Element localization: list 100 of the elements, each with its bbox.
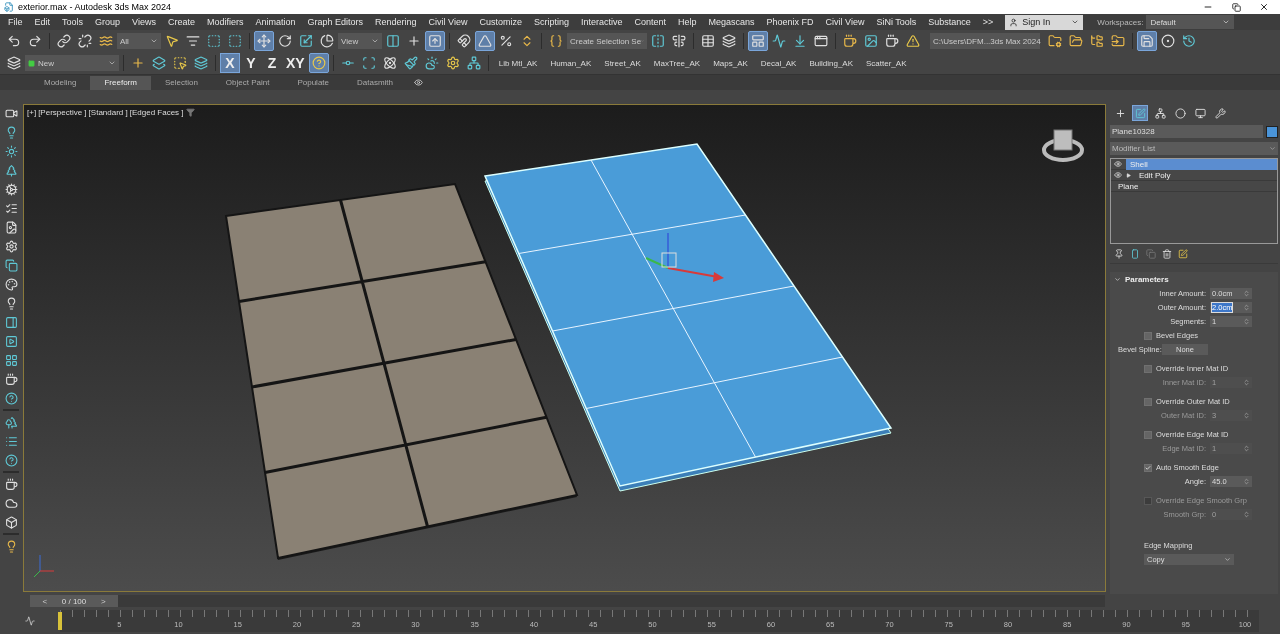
menu-item[interactable]: Create xyxy=(161,14,201,30)
table-icon xyxy=(701,34,715,48)
palette-icon[interactable] xyxy=(2,275,20,293)
expand-arrow-icon[interactable] xyxy=(1126,172,1131,178)
axis-constraint-button[interactable]: XY xyxy=(283,53,308,73)
tiled-plane-drawing[interactable] xyxy=(224,182,579,560)
script-button[interactable]: Maps_AK xyxy=(707,58,754,68)
viewport-label[interactable]: [Perspective ] xyxy=(38,108,87,117)
object-name-field[interactable]: Plane10328 xyxy=(1110,125,1263,138)
ribbon-tab[interactable]: Datasmith xyxy=(343,75,408,90)
axis-constraint-button[interactable]: Y xyxy=(241,53,261,73)
layers-icon xyxy=(7,56,21,70)
workspace-dropdown[interactable]: Default xyxy=(1146,15,1235,29)
checkbox[interactable] xyxy=(1144,430,1152,439)
sign-in-dropdown[interactable]: Sign In xyxy=(1005,14,1084,30)
named-selection-dropdown[interactable]: Create Selection Se xyxy=(567,33,647,49)
viewport-label[interactable]: [Standard ] xyxy=(88,108,128,117)
reference-coordinate-dropdown[interactable]: View xyxy=(338,33,382,49)
sun-icon[interactable] xyxy=(2,142,20,160)
menu-item[interactable]: Views xyxy=(126,14,162,30)
menu-item[interactable]: File xyxy=(2,14,29,30)
ribbon-tab[interactable]: Selection xyxy=(150,75,212,90)
layer-dropdown[interactable]: New xyxy=(25,55,119,71)
menu-item[interactable]: Content xyxy=(628,14,672,30)
time-slider-thumb[interactable]: < 0 / 100 > xyxy=(30,595,118,607)
collapse-caret-icon xyxy=(1114,275,1121,283)
view-cube-icon xyxy=(1042,129,1084,162)
menu-item[interactable]: Edit xyxy=(28,14,57,30)
script-button[interactable]: Scatter_AK xyxy=(860,58,913,68)
script-button[interactable]: Lib Mtl_AK xyxy=(492,58,544,68)
menu-item[interactable]: Substance xyxy=(922,14,977,30)
eye-icon[interactable] xyxy=(1114,160,1122,168)
script-button[interactable]: Street_AK xyxy=(598,58,647,68)
menu-item[interactable]: SiNi Tools xyxy=(870,14,923,30)
layers-icon xyxy=(722,34,736,48)
viewport-label[interactable]: [+] xyxy=(27,108,37,117)
menu-item[interactable]: Tools xyxy=(56,14,90,30)
next-frame-button[interactable]: > xyxy=(98,596,109,606)
axis-constraint-button[interactable]: X xyxy=(220,53,240,73)
help-icon[interactable] xyxy=(2,451,20,469)
perspective-viewport[interactable]: [+] [Perspective ] [Standard ] [Edged Faces ] xyxy=(23,104,1106,592)
configure-icon[interactable] xyxy=(1178,248,1188,259)
project-path-dropdown[interactable]: C:\Users\DFM...3ds Max 2024 xyxy=(930,33,1040,49)
menu-item[interactable]: Animation xyxy=(249,14,302,30)
pin-icon[interactable] xyxy=(1114,248,1124,259)
menu-item[interactable]: Modifiers xyxy=(200,14,250,30)
ribbon-tab[interactable]: Freeform xyxy=(90,75,151,90)
time-slider-track[interactable]: < 0 / 100 > xyxy=(30,595,1105,607)
menu-item[interactable]: Graph Editors xyxy=(301,14,369,30)
node-grid-icon xyxy=(466,56,481,70)
circle-tab[interactable] xyxy=(1172,105,1188,121)
spinner-arrows-icon xyxy=(1243,290,1250,297)
axis-constraint-button[interactable]: Z xyxy=(262,53,282,73)
scan-icon xyxy=(361,56,376,70)
menu-item[interactable]: Customize xyxy=(473,14,528,30)
checkbox[interactable] xyxy=(1144,463,1152,472)
script-button[interactable]: MaxTree_AK xyxy=(647,58,707,68)
viewport-label[interactable]: [Edged Faces ] xyxy=(129,108,184,117)
eye-icon[interactable] xyxy=(1114,171,1122,179)
menu-item[interactable]: Phoenix FD xyxy=(760,14,820,30)
modifier-item[interactable]: Edit Poly xyxy=(1135,169,1277,181)
script-button[interactable]: Human_AK xyxy=(544,58,598,68)
spinner-arrows-icon xyxy=(1243,379,1250,386)
arrow-up-square-button[interactable] xyxy=(425,31,445,51)
trash-icon[interactable] xyxy=(1162,248,1172,259)
selection-filter-dropdown[interactable]: All xyxy=(117,33,161,49)
script-button[interactable]: Building_AK xyxy=(803,58,859,68)
menu-item[interactable]: Rendering xyxy=(369,14,423,30)
checkbox[interactable] xyxy=(1144,331,1152,340)
previous-frame-button[interactable]: < xyxy=(39,596,50,606)
menu-item[interactable]: Civil View xyxy=(819,14,871,30)
menu-item[interactable]: Scripting xyxy=(527,14,575,30)
checkbox[interactable] xyxy=(1144,397,1152,406)
menu-item[interactable]: Group xyxy=(89,14,127,30)
object-color-swatch[interactable] xyxy=(1266,125,1278,138)
link-button[interactable] xyxy=(54,31,74,51)
menu-item[interactable]: Civil View xyxy=(422,14,474,30)
filter-icon[interactable] xyxy=(185,108,195,117)
wrench-tab[interactable] xyxy=(1212,105,1228,121)
menu-item[interactable]: Interactive xyxy=(574,14,629,30)
script-button[interactable]: Decal_AK xyxy=(754,58,803,68)
axis-question-button[interactable] xyxy=(308,53,329,73)
menu-item[interactable]: Megascans xyxy=(702,14,761,30)
move-button[interactable] xyxy=(254,31,274,51)
modifier-list-dropdown[interactable]: Modifier List xyxy=(1110,142,1278,155)
panel-button[interactable] xyxy=(748,31,768,51)
rollout-header[interactable]: Parameters xyxy=(1110,272,1278,286)
ribbon-tab[interactable]: Modeling xyxy=(30,75,91,90)
unlink-button[interactable] xyxy=(75,31,95,51)
ribbon-tab[interactable]: Object Paint xyxy=(211,75,284,90)
modifier-item[interactable]: Plane xyxy=(1114,180,1277,192)
menu-item[interactable]: >> xyxy=(976,14,1000,30)
help-icon[interactable] xyxy=(2,389,20,407)
ribbon-tab[interactable]: Populate xyxy=(283,75,343,90)
selected-plane-drawing[interactable] xyxy=(483,143,893,492)
folder-arrow-icon xyxy=(1111,34,1125,48)
gear-icon[interactable] xyxy=(2,180,20,198)
menu-item[interactable]: Help xyxy=(672,14,703,30)
checkbox[interactable] xyxy=(1144,364,1152,373)
hierarchy-tab[interactable] xyxy=(1152,105,1168,121)
